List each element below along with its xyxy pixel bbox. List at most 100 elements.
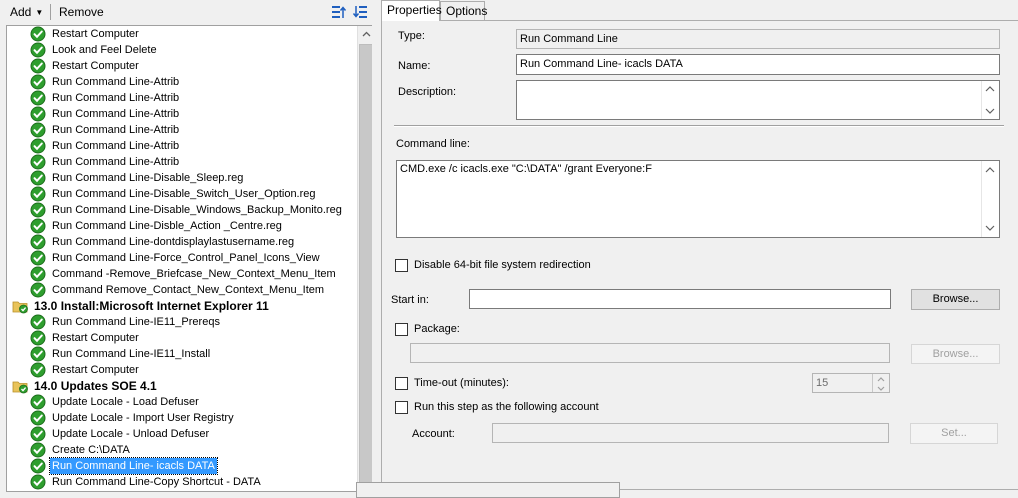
tree-step[interactable]: Restart Computer (7, 362, 357, 378)
start-in-browse-button[interactable]: Browse... (911, 289, 1000, 310)
success-check-icon (30, 394, 46, 410)
scroll-down-arrow-icon[interactable] (985, 107, 995, 115)
task-sequence-tree[interactable]: Restart Computer Look and Feel Delete Rest… (6, 25, 373, 492)
tree-step[interactable]: Run Command Line-dontdisplaylastusername… (7, 234, 357, 250)
properties-pane: Properties Options Type: Run Command Lin… (378, 0, 1018, 490)
success-check-icon (30, 106, 46, 122)
tree-item-label: Restart Computer (52, 364, 139, 376)
tree-step[interactable]: Run Command Line-Disble_Action _Centre.r… (7, 218, 357, 234)
scroll-up-arrow-icon[interactable] (985, 85, 995, 93)
tree-step[interactable]: Run Command Line- icacls DATA (7, 457, 357, 475)
tree-step[interactable]: Restart Computer (7, 26, 357, 42)
tree-item-label: 13.0 Install:Microsoft Internet Explorer… (34, 299, 269, 313)
tree-step[interactable]: Run Command Line-Attrib (7, 138, 357, 154)
tree-step[interactable]: Run Command Line-Attrib (7, 154, 357, 170)
success-check-icon (30, 282, 46, 298)
tree-item-label: Update Locale - Unload Defuser (52, 428, 210, 440)
folder-success-icon (12, 378, 28, 394)
tab-properties[interactable]: Properties (381, 0, 442, 21)
success-check-icon (30, 170, 46, 186)
success-check-icon (30, 266, 46, 282)
success-check-icon (30, 74, 46, 90)
dropdown-arrow-icon: ▼ (35, 8, 44, 17)
tree-step[interactable]: Restart Computer (7, 58, 357, 74)
tree-step[interactable]: Run Command Line-Disable_Sleep.reg (7, 170, 357, 186)
properties-panel: Type: Run Command Line Name: Run Command… (381, 20, 1018, 490)
start-in-input[interactable] (469, 289, 891, 309)
success-check-icon (30, 362, 46, 378)
set-account-button: Set... (910, 423, 998, 444)
move-up-icon[interactable] (331, 4, 347, 20)
success-check-icon (30, 346, 46, 362)
add-menu-button[interactable]: Add ▼ (6, 4, 47, 20)
tree-item-label: Run Command Line-IE11_Prereqs (52, 316, 220, 328)
scroll-up-arrow-icon[interactable] (358, 26, 373, 43)
tree-group[interactable]: 14.0 Updates SOE 4.1 (7, 378, 357, 394)
tree-step[interactable]: Run Command Line-Force_Control_Panel_Ico… (7, 250, 357, 266)
disable-64bit-checkbox[interactable] (395, 259, 408, 272)
command-line-scrollbar[interactable] (981, 161, 999, 237)
tree-item-label: Restart Computer (52, 28, 139, 40)
command-line-input[interactable]: CMD.exe /c icacls.exe "C:\DATA" /grant E… (396, 160, 1000, 238)
tab-options[interactable]: Options (440, 1, 487, 20)
name-label: Name: (398, 60, 431, 72)
tree-item-label: Run Command Line-Disable_Sleep.reg (52, 172, 244, 184)
tree-step[interactable]: Run Command Line-Attrib (7, 90, 357, 106)
toolbar-separator (50, 4, 51, 20)
description-scrollbar[interactable] (981, 81, 999, 119)
tree-list: Restart Computer Look and Feel Delete Rest… (7, 26, 357, 490)
package-browse-button: Browse... (911, 344, 1000, 364)
tree-step[interactable]: Run Command Line-Attrib (7, 106, 357, 122)
tree-step[interactable]: Command -Remove_Briefcase_New_Context_Me… (7, 266, 357, 282)
tree-step[interactable]: Run Command Line-Attrib (7, 122, 357, 138)
timeout-checkbox[interactable] (395, 377, 408, 390)
tree-step[interactable]: Run Command Line-Copy Shortcut - DATA (7, 474, 357, 490)
run-as-account-checkbox[interactable] (395, 401, 408, 414)
remove-button[interactable]: Remove (55, 4, 108, 20)
move-down-icon[interactable] (352, 4, 368, 20)
tree-step[interactable]: Update Locale - Import User Registry (7, 410, 357, 426)
tree-item-label: Run Command Line-Attrib (52, 92, 180, 104)
tree-item-label: Run Command Line-IE11_Install (52, 348, 211, 360)
scroll-down-arrow-icon[interactable] (985, 224, 995, 232)
start-in-label: Start in: (391, 294, 429, 306)
tree-item-label: 14.0 Updates SOE 4.1 (34, 379, 157, 393)
success-check-icon (30, 442, 46, 458)
package-checkbox[interactable] (395, 323, 408, 336)
tree-item-label: Run Command Line-Disable_Windows_Backup_… (52, 204, 342, 216)
tree-step[interactable]: Look and Feel Delete (7, 42, 357, 58)
success-check-icon (30, 122, 46, 138)
folder-success-icon (12, 298, 28, 314)
tree-step[interactable]: Update Locale - Load Defuser (7, 394, 357, 410)
tree-group[interactable]: 13.0 Install:Microsoft Internet Explorer… (7, 298, 357, 314)
command-line-value: CMD.exe /c icacls.exe "C:\DATA" /grant E… (400, 163, 652, 175)
tree-step[interactable]: Command Remove_Contact_New_Context_Menu_… (7, 282, 357, 298)
package-field (410, 343, 890, 363)
success-check-icon (30, 42, 46, 58)
tree-item-label: Run Command Line-Copy Shortcut - DATA (52, 476, 261, 488)
tree-step[interactable]: Run Command Line-Disable_Windows_Backup_… (7, 202, 357, 218)
tree-step[interactable]: Run Command Line-IE11_Install (7, 346, 357, 362)
success-check-icon (30, 410, 46, 426)
success-check-icon (30, 202, 46, 218)
tree-step[interactable]: Run Command Line-Attrib (7, 74, 357, 90)
name-input[interactable]: Run Command Line- icacls DATA (516, 54, 1000, 75)
description-input[interactable] (516, 80, 1000, 120)
tree-step[interactable]: Update Locale - Unload Defuser (7, 426, 357, 442)
tree-item-label: Run Command Line-Attrib (52, 156, 180, 168)
tree-scrollbar[interactable] (357, 26, 373, 491)
scroll-up-arrow-icon[interactable] (985, 166, 995, 174)
task-sequence-pane: Add ▼ Remove Restart Computer Look and Fee… (0, 0, 378, 492)
tree-item-label: Run Command Line-dontdisplaylastusername… (52, 236, 295, 248)
toolbar: Add ▼ Remove (0, 0, 375, 24)
package-label: Package: (414, 323, 460, 335)
tree-step[interactable]: Create C:\DATA (7, 442, 357, 458)
tree-step[interactable]: Restart Computer (7, 330, 357, 346)
tree-item-label: Run Command Line- icacls DATA (49, 457, 218, 475)
scrollbar-thumb[interactable] (359, 44, 373, 491)
tree-step[interactable]: Run Command Line-IE11_Prereqs (7, 314, 357, 330)
tree-step[interactable]: Run Command Line-Disable_Switch_User_Opt… (7, 186, 357, 202)
success-check-icon (30, 90, 46, 106)
success-check-icon (30, 26, 46, 42)
timeout-label: Time-out (minutes): (414, 377, 509, 389)
